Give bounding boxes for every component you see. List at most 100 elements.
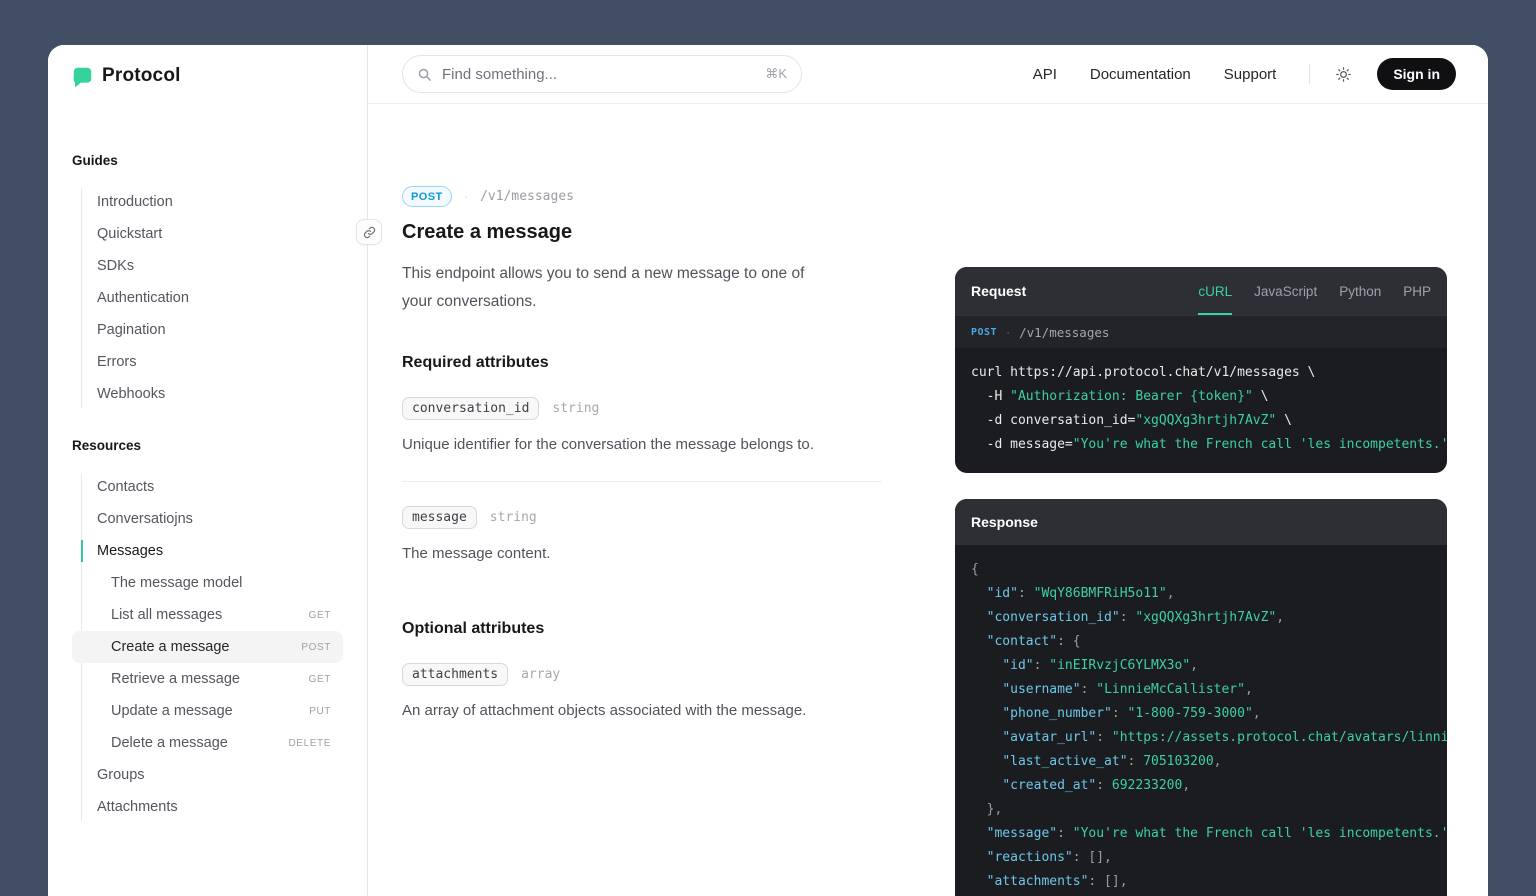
request-code-block: curl https://api.protocol.chat/v1/messag… (955, 348, 1447, 473)
doc-content: POST · /v1/messages Create a message Thi… (402, 186, 882, 723)
request-tab-python[interactable]: Python (1339, 267, 1381, 315)
attribute-name-badge: conversation_id (402, 397, 539, 420)
search-input[interactable] (442, 66, 755, 83)
endpoint-eyebrow: POST · /v1/messages (402, 186, 882, 207)
request-tab-curl[interactable]: cURL (1198, 267, 1232, 315)
response-panel-header: Response (955, 499, 1447, 545)
sidebar-item-label: List all messages (111, 607, 222, 623)
search-box[interactable]: ⌘K (402, 55, 802, 93)
attribute-name-badge: attachments (402, 663, 508, 686)
http-method-tag: GET (309, 674, 343, 685)
theme-toggle-button[interactable] (1331, 62, 1355, 86)
sidebar-list-guides: Introduction Quickstart SDKs Authentication… (72, 186, 343, 410)
sidebar-item-list-all-messages[interactable]: List all messagesGET (72, 599, 343, 631)
dot-separator: · (1006, 325, 1010, 339)
sidebar-item-groups[interactable]: Groups (72, 759, 343, 791)
sidebar-item-label: Messages (97, 543, 163, 559)
response-panel-title: Response (971, 514, 1038, 530)
link-icon (363, 226, 376, 239)
http-method-tag: POST (301, 642, 343, 653)
sidebar-item-sdks[interactable]: SDKs (72, 250, 343, 282)
request-panel-header: Request cURL JavaScript Python PHP (955, 267, 1447, 315)
required-attributes-list: conversation_idstringUnique identifier f… (402, 397, 882, 566)
header-divider (1309, 64, 1310, 84)
nav-link-documentation[interactable]: Documentation (1090, 66, 1191, 83)
sidebar-item-quickstart[interactable]: Quickstart (72, 218, 343, 250)
page-title: Create a message (402, 221, 882, 244)
sidebar-item-webhooks[interactable]: Webhooks (72, 378, 343, 410)
attribute-row-attachments: attachmentsarray (402, 663, 882, 686)
code-line: -H "Authorization: Bearer {token}" \ (971, 385, 1431, 409)
sidebar-item-retrieve-a-message[interactable]: Retrieve a messageGET (72, 663, 343, 695)
sidebar-item-messages[interactable]: Messages (72, 535, 343, 567)
nav-link-api[interactable]: API (1033, 66, 1057, 83)
search-shortcut: ⌘K (765, 66, 787, 82)
attribute-divider (402, 481, 882, 482)
request-method-label: POST (971, 327, 997, 338)
sidebar-item-create-a-message[interactable]: Create a message POST (72, 631, 343, 663)
sidebar-item-label: Update a message (111, 703, 233, 719)
sidebar-item-label: SDKs (97, 258, 134, 274)
code-line: "last_active_at": 705103200, (971, 750, 1431, 774)
attribute-type: string (490, 510, 537, 525)
brand-logo[interactable]: Protocol (72, 65, 367, 87)
sidebar-item-label: Create a message (111, 639, 229, 655)
chat-bubble-logo-icon (72, 66, 93, 87)
sidebar-item-label: Delete a message (111, 735, 228, 751)
request-tab-php[interactable]: PHP (1403, 267, 1431, 315)
sidebar-item-label: The message model (111, 575, 242, 591)
code-line: "contact": { (971, 630, 1431, 654)
attribute-name-badge: message (402, 506, 477, 529)
code-line: curl https://api.protocol.chat/v1/messag… (971, 361, 1431, 385)
code-line: "reactions": [], (971, 846, 1431, 870)
sidebar-item-update-a-message[interactable]: Update a message PUT (72, 695, 343, 727)
code-line: "phone_number": "1-800-759-3000", (971, 702, 1431, 726)
nav-link-support[interactable]: Support (1224, 66, 1277, 83)
code-line: "conversation_id": "xgQQXg3hrtjh7AvZ", (971, 606, 1431, 630)
response-panel: Response { "id": "WqY86BMFRiH5o11", "con… (955, 499, 1447, 896)
http-method-tag: DELETE (288, 738, 343, 749)
sidebar-item-conversatiojns[interactable]: Conversatiojns (72, 503, 343, 535)
request-panel-title: Request (971, 283, 1026, 299)
sidebar-section-title-guides: Guides (72, 153, 367, 168)
code-line: -d message="You're what the French call … (971, 433, 1431, 457)
request-tab-javascript[interactable]: JavaScript (1254, 267, 1317, 315)
sidebar-item-label: Pagination (97, 322, 166, 338)
search-icon (417, 67, 432, 82)
sidebar-item-label: Conversatiojns (97, 511, 193, 527)
sidebar-item-label: Quickstart (97, 226, 162, 242)
sidebar-item-delete-a-message[interactable]: Delete a message DELETE (72, 727, 343, 759)
code-line: "message": "You're what the French call … (971, 822, 1431, 846)
code-line: -d conversation_id="xgQQXg3hrtjh7AvZ" \ (971, 409, 1431, 433)
sidebar: Protocol Guides Introduction Quickstart SDK… (48, 45, 368, 896)
sun-icon (1335, 66, 1352, 83)
sidebar-item-errors[interactable]: Errors (72, 346, 343, 378)
code-line: "attachments": [], (971, 870, 1431, 894)
http-method-tag: PUT (309, 706, 343, 717)
endpoint-path: /v1/messages (480, 189, 574, 204)
sidebar-item-pagination[interactable]: Pagination (72, 314, 343, 346)
sidebar-item-the-message-model[interactable]: The message model (72, 567, 343, 599)
optional-attributes-list: attachmentsarrayAn array of attachment o… (402, 663, 882, 723)
sidebar-item-attachments[interactable]: Attachments (72, 791, 343, 823)
anchor-link-button[interactable] (356, 219, 382, 245)
attribute-description: The message content. (402, 542, 882, 566)
top-header: ⌘K API Documentation Support Sign in (368, 45, 1488, 104)
request-endpoint-path: /v1/messages (1019, 325, 1109, 340)
code-line: { (971, 558, 1431, 582)
sidebar-item-label: Webhooks (97, 386, 165, 402)
sidebar-item-contacts[interactable]: Contacts (72, 471, 343, 503)
app-card: Protocol Guides Introduction Quickstart SDK… (48, 45, 1488, 896)
required-attributes-heading: Required attributes (402, 354, 882, 372)
sign-in-button[interactable]: Sign in (1377, 58, 1456, 90)
sidebar-item-label: Errors (97, 354, 136, 370)
brand-name: Protocol (102, 65, 181, 87)
attribute-row-message: message string (402, 506, 882, 529)
sidebar-item-introduction[interactable]: Introduction (72, 186, 343, 218)
sidebar-item-authentication[interactable]: Authentication (72, 282, 343, 314)
request-language-tabs: cURL JavaScript Python PHP (1198, 267, 1431, 315)
header-nav: API Documentation Support Sign in (1033, 58, 1488, 90)
code-line: "username": "LinnieMcCallister", (971, 678, 1431, 702)
request-panel: Request cURL JavaScript Python PHP POST · /… (955, 267, 1447, 473)
page-description: This endpoint allows you to send a new m… (402, 260, 834, 316)
